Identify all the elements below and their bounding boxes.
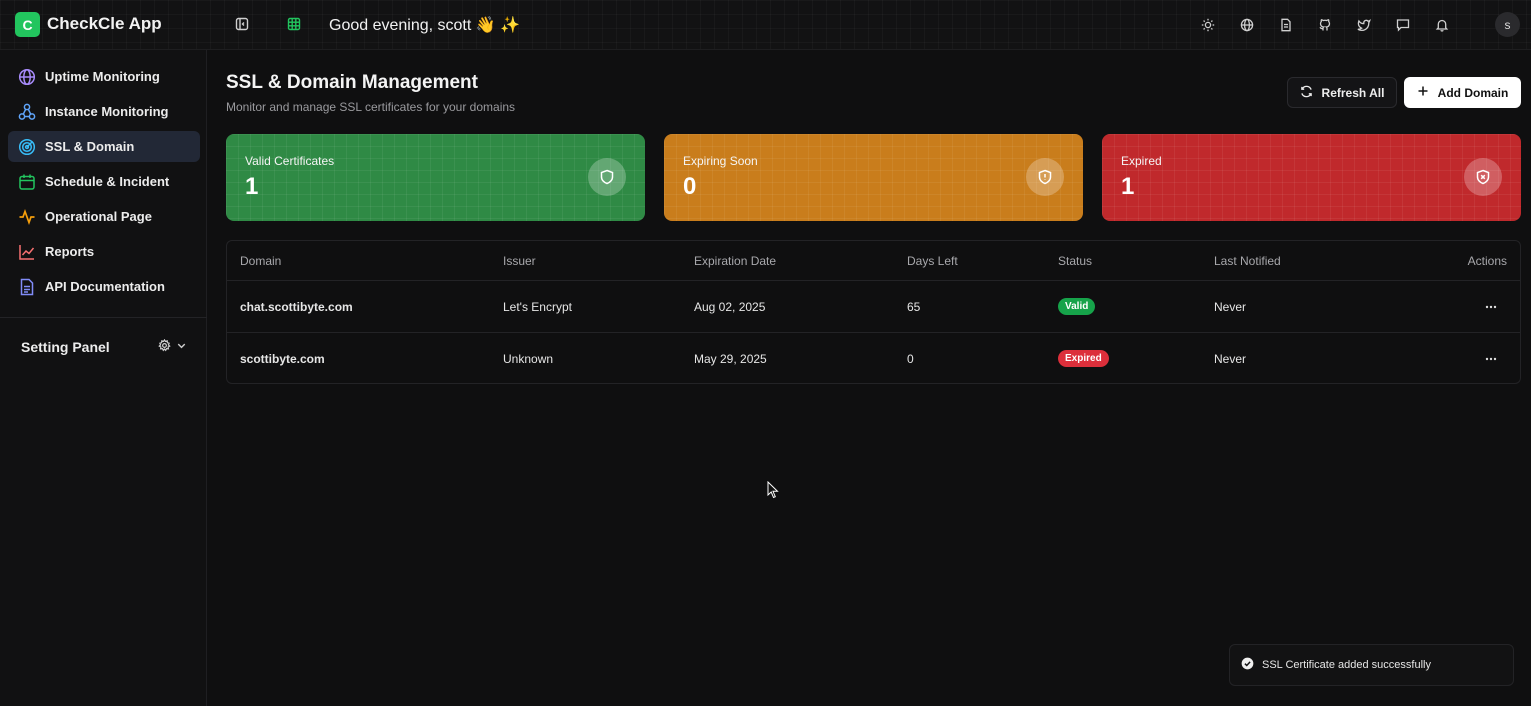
grid-icon[interactable] — [285, 15, 303, 33]
issuer-cell: Unknown — [503, 352, 554, 366]
radar-icon — [18, 138, 36, 156]
card-label: Valid Certificates — [245, 154, 335, 168]
sidebar: Uptime Monitoring Instance Monitoring SS… — [0, 50, 207, 706]
sidebar-item-reports[interactable]: Reports — [8, 236, 200, 267]
column-header-issuer[interactable]: Issuer — [503, 254, 536, 268]
refresh-all-label: Refresh All — [1321, 85, 1385, 100]
domain-cell: scottibyte.com — [240, 352, 325, 366]
sidebar-item-label: API Documentation — [45, 279, 165, 294]
sidebar-divider — [0, 317, 207, 318]
top-header: C CheckCle App Good evening, scott 👋 ✨ s — [0, 0, 1531, 50]
expiration-cell: May 29, 2025 — [694, 352, 767, 366]
calendar-icon — [18, 173, 36, 191]
plus-icon — [1417, 85, 1429, 100]
card-label: Expired — [1121, 154, 1162, 168]
chat-icon[interactable] — [1390, 12, 1416, 38]
column-header-days-left[interactable]: Days Left — [907, 254, 958, 268]
app-title: CheckCle App — [47, 14, 162, 33]
refresh-all-button[interactable]: Refresh All — [1287, 77, 1397, 108]
column-header-last-notified[interactable]: Last Notified — [1214, 254, 1281, 268]
sidebar-item-label: Uptime Monitoring — [45, 69, 160, 84]
card-label: Expiring Soon — [683, 154, 758, 168]
setting-panel-label[interactable]: Setting Panel — [21, 339, 110, 355]
chevron-down-icon[interactable] — [175, 339, 188, 357]
table-row[interactable]: chat.scottibyte.com Let's Encrypt Aug 02… — [227, 280, 1520, 332]
toast-message: SSL Certificate added successfully — [1262, 659, 1431, 671]
shield-x-icon — [1464, 158, 1502, 196]
sidebar-item-instance-monitoring[interactable]: Instance Monitoring — [8, 96, 200, 127]
document-icon[interactable] — [1273, 12, 1299, 38]
table-row[interactable]: scottibyte.com Unknown May 29, 2025 0 Ex… — [227, 332, 1520, 384]
sidebar-item-label: SSL & Domain — [45, 139, 135, 154]
mouse-cursor-icon — [767, 480, 779, 504]
user-avatar[interactable]: s — [1495, 12, 1520, 37]
more-actions-icon[interactable] — [1481, 297, 1501, 317]
greeting-text: Good evening, scott 👋 ✨ — [329, 17, 521, 34]
expiring-soon-card: Expiring Soon 0 — [664, 134, 1083, 221]
card-value: 0 — [683, 173, 697, 200]
domain-cell: chat.scottibyte.com — [240, 300, 353, 314]
page-title: SSL & Domain Management — [226, 72, 478, 93]
add-domain-label: Add Domain — [1437, 85, 1509, 100]
expiration-cell: Aug 02, 2025 — [694, 300, 766, 314]
days-left-cell: 65 — [907, 300, 921, 314]
last-notified-cell: Never — [1214, 300, 1247, 314]
sidebar-item-api-documentation[interactable]: API Documentation — [8, 271, 200, 302]
app-logo[interactable]: C — [15, 12, 40, 37]
sidebar-item-ssl-domain[interactable]: SSL & Domain — [8, 131, 200, 162]
column-header-expiration-date[interactable]: Expiration Date — [694, 254, 776, 268]
sidebar-item-label: Reports — [45, 244, 95, 259]
sidebar-toggle-icon[interactable] — [233, 15, 251, 33]
shield-icon — [588, 158, 626, 196]
github-icon[interactable] — [1312, 12, 1338, 38]
expired-card: Expired 1 — [1102, 134, 1521, 221]
column-header-actions: Actions — [1467, 254, 1507, 268]
sidebar-item-operational-page[interactable]: Operational Page — [8, 201, 200, 232]
last-notified-cell: Never — [1214, 352, 1247, 366]
refresh-icon — [1300, 85, 1313, 101]
globe-icon[interactable] — [1234, 12, 1260, 38]
sidebar-item-uptime-monitoring[interactable]: Uptime Monitoring — [8, 61, 200, 92]
chart-icon — [18, 243, 36, 261]
twitter-icon[interactable] — [1351, 12, 1377, 38]
setting-panel-controls — [158, 338, 188, 357]
more-actions-icon[interactable] — [1481, 349, 1501, 369]
ssl-table: Domain Issuer Expiration Date Days Left … — [226, 240, 1521, 384]
activity-icon — [18, 208, 36, 226]
doc-icon — [18, 278, 36, 296]
sidebar-item-schedule-incident[interactable]: Schedule & Incident — [8, 166, 200, 197]
success-toast: SSL Certificate added successfully — [1229, 644, 1514, 686]
sidebar-item-label: Operational Page — [45, 209, 152, 224]
issuer-cell: Let's Encrypt — [503, 300, 572, 314]
card-value: 1 — [1121, 173, 1135, 200]
days-left-cell: 0 — [907, 352, 914, 366]
page-subtitle: Monitor and manage SSL certificates for … — [226, 100, 516, 114]
gear-icon[interactable] — [158, 338, 171, 357]
header-icon-group — [1195, 12, 1455, 38]
app-root: C CheckCle App Good evening, scott 👋 ✨ s… — [0, 0, 1531, 706]
column-header-domain[interactable]: Domain — [240, 254, 281, 268]
bell-icon[interactable] — [1429, 12, 1455, 38]
shield-alert-icon — [1026, 158, 1064, 196]
status-badge: Valid — [1058, 298, 1096, 315]
add-domain-button[interactable]: Add Domain — [1404, 77, 1521, 108]
sidebar-item-label: Schedule & Incident — [45, 174, 170, 189]
check-circle-icon — [1241, 657, 1254, 673]
column-header-status[interactable]: Status — [1058, 254, 1092, 268]
network-icon — [18, 103, 36, 121]
sun-icon[interactable] — [1195, 12, 1221, 38]
status-badge: Expired — [1058, 350, 1109, 367]
globe-icon — [18, 68, 36, 86]
sidebar-item-label: Instance Monitoring — [45, 104, 169, 119]
card-value: 1 — [245, 173, 259, 200]
valid-certificates-card: Valid Certificates 1 — [226, 134, 645, 221]
